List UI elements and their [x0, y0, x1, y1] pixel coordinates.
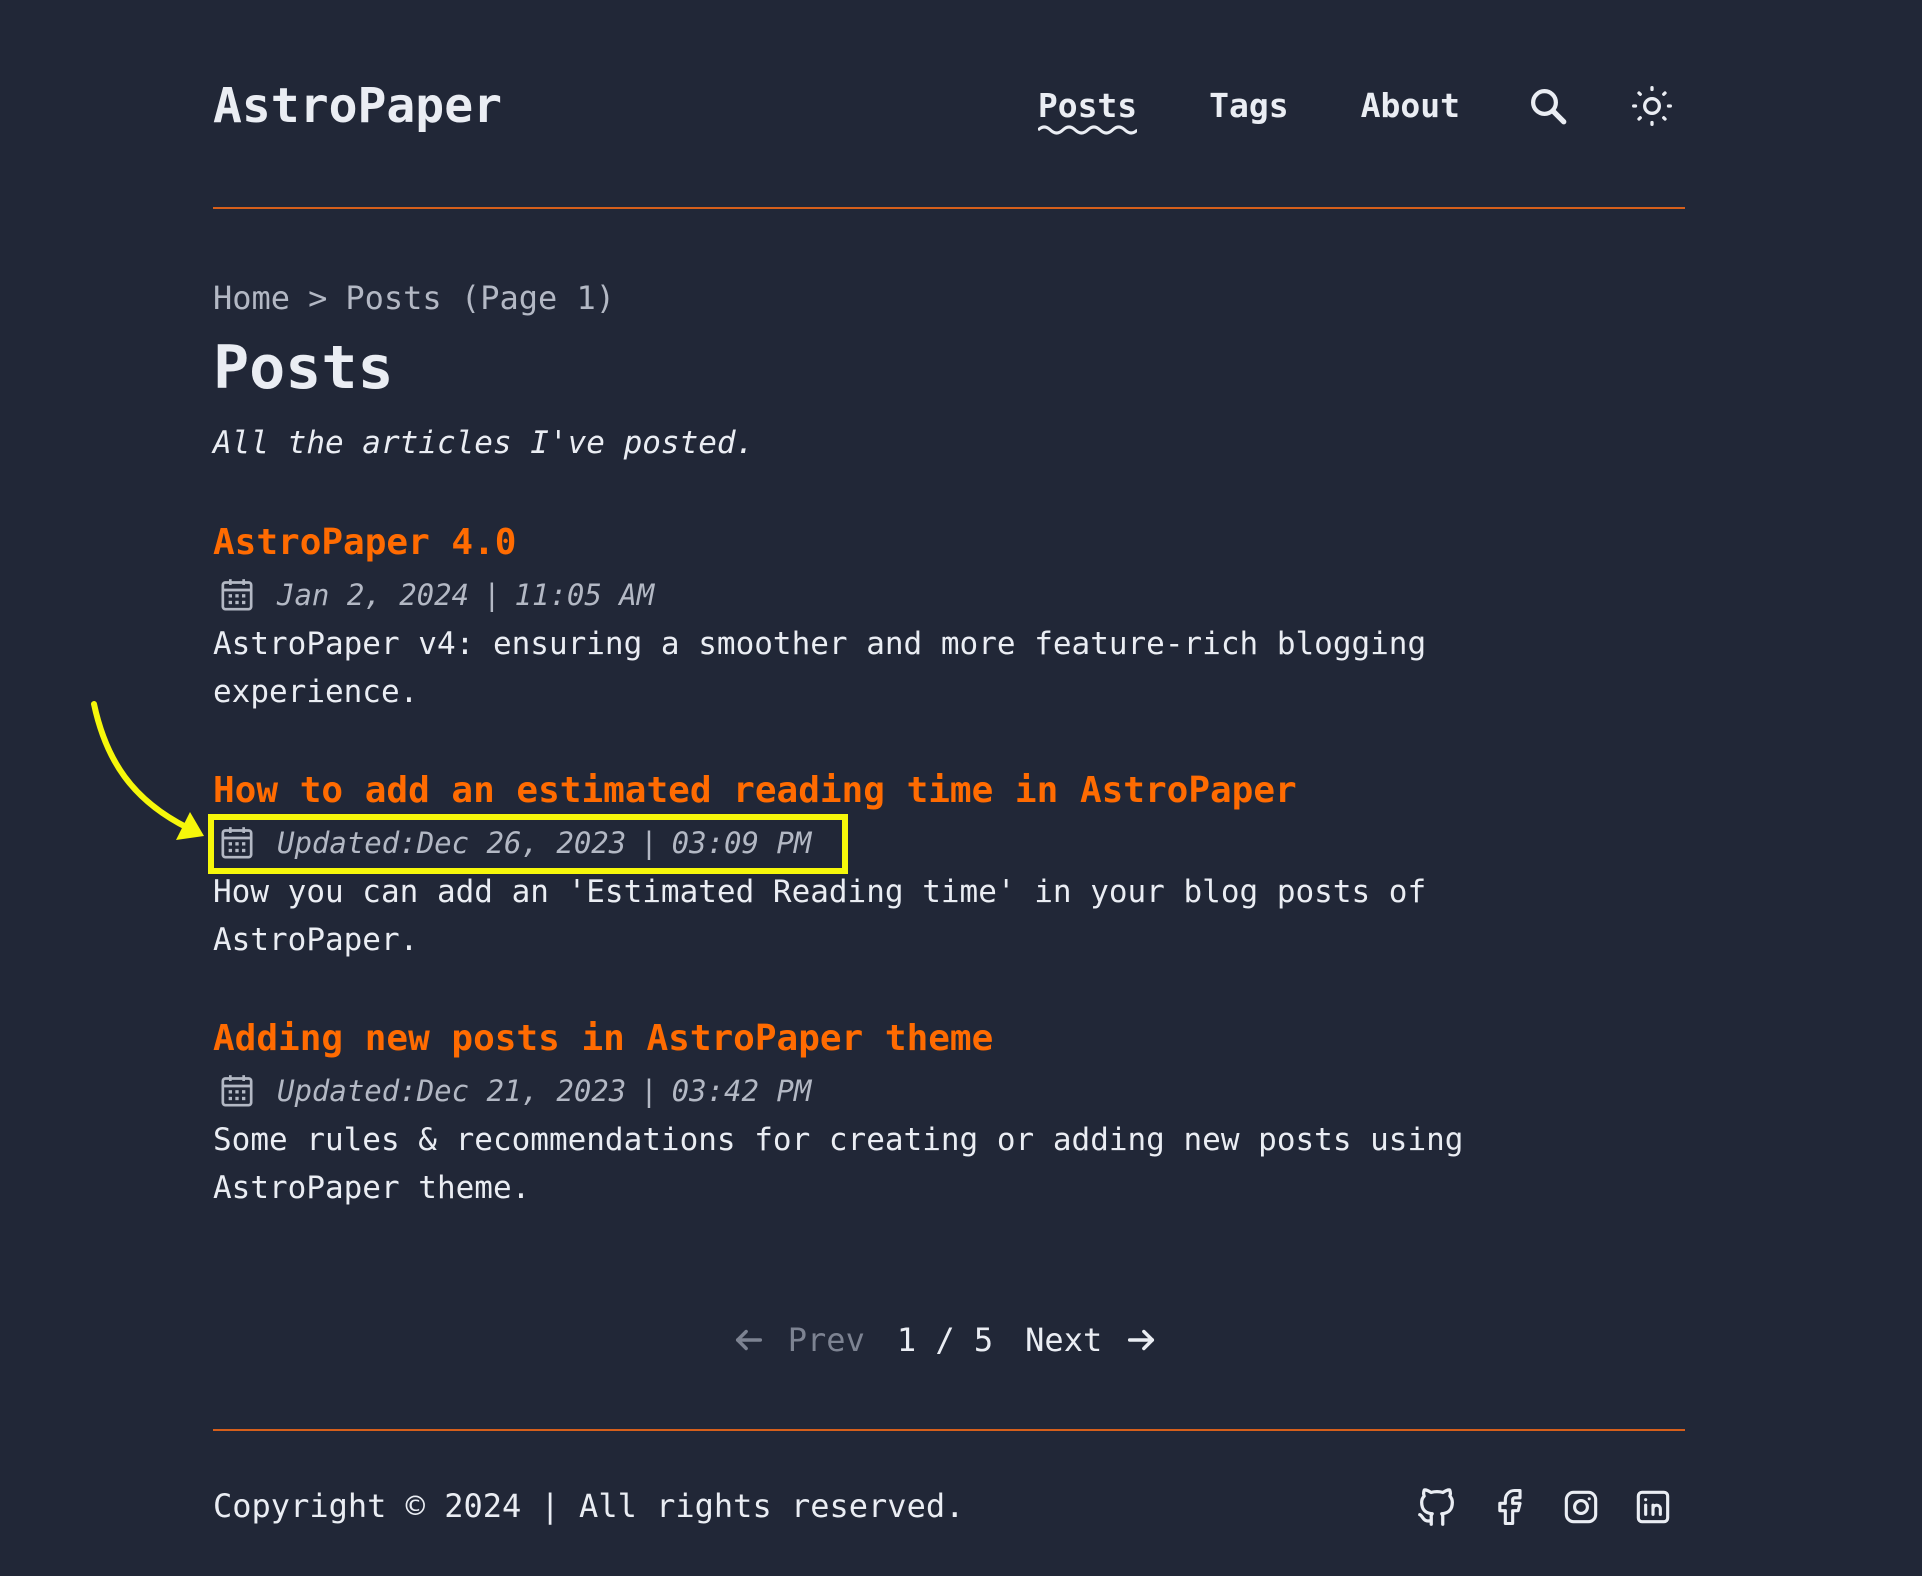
- breadcrumb-separator: >: [308, 279, 328, 317]
- post-date: Updated: Dec 26, 2023 | 03:09 PM: [213, 818, 1513, 868]
- next-page-button[interactable]: Next: [1025, 1321, 1158, 1359]
- post-description: AstroPaper v4: ensuring a smoother and m…: [213, 626, 1427, 710]
- prev-page-label: Prev: [787, 1321, 865, 1359]
- post-title-link[interactable]: How to add an estimated reading time in …: [213, 766, 1297, 816]
- nav-tags-link[interactable]: Tags: [1209, 80, 1288, 132]
- breadcrumb: Home > Posts (Page 1): [213, 274, 615, 322]
- nav-posts-label: Posts: [1037, 86, 1138, 125]
- facebook-icon[interactable]: [1485, 1483, 1533, 1531]
- page-container: AstroPaper Posts Tags About Home > Posts…: [208, 0, 1685, 1526]
- github-icon[interactable]: [1413, 1483, 1461, 1531]
- calendar-icon: [217, 1071, 257, 1111]
- post-date-value: Dec 26, 2023: [416, 826, 627, 860]
- instagram-icon[interactable]: [1557, 1483, 1605, 1531]
- post-description: How you can add an 'Estimated Reading ti…: [213, 874, 1427, 958]
- post-description: Some rules & recommendations for creatin…: [213, 1122, 1464, 1206]
- page-title: Posts: [213, 333, 394, 403]
- post-time-value: 03:42 PM: [671, 1074, 812, 1108]
- nav-posts-link[interactable]: Posts: [1037, 80, 1138, 135]
- annotation-arrow-icon: [91, 701, 204, 840]
- calendar-icon: [217, 823, 257, 863]
- page-counter: 1 / 5: [896, 1321, 994, 1359]
- sun-icon[interactable]: [1630, 84, 1674, 128]
- breadcrumb-current: Posts (Page 1): [345, 279, 616, 317]
- site-header: AstroPaper Posts Tags About: [213, 0, 1685, 210]
- post-date-value: Dec 21, 2023: [416, 1074, 627, 1108]
- arrow-left-icon: [735, 1329, 762, 1351]
- post-date-prefix: Updated:: [277, 1074, 417, 1108]
- breadcrumb-home-link[interactable]: Home: [213, 279, 290, 317]
- page-description: All the articles I've posted.: [213, 425, 755, 461]
- main-nav: Posts Tags About: [1037, 80, 1685, 135]
- post-time-value: 03:09 PM: [671, 826, 812, 860]
- post-title-link[interactable]: Adding new posts in AstroPaper theme: [213, 1014, 993, 1064]
- post-date-value: Jan 2, 2024: [277, 578, 470, 612]
- post-date-prefix: Updated:: [277, 826, 417, 860]
- search-icon[interactable]: [1526, 84, 1570, 128]
- post-item: How to add an estimated reading time in …: [213, 766, 1513, 964]
- site-logo[interactable]: AstroPaper: [213, 76, 502, 136]
- prev-page-button: Prev: [732, 1321, 865, 1359]
- post-date-separator: |: [640, 826, 658, 860]
- copyright-text: Copyright © 2024 | All rights reserved.: [213, 1487, 965, 1525]
- header-divider: [213, 207, 1685, 209]
- linkedin-icon[interactable]: [1629, 1483, 1677, 1531]
- post-date: Jan 2, 2024 | 11:05 AM: [213, 570, 1513, 620]
- nav-about-link[interactable]: About: [1361, 80, 1460, 132]
- footer-divider: [213, 1429, 1685, 1431]
- pagination: Prev 1 / 5 Next: [213, 1310, 1685, 1370]
- calendar-icon: [217, 575, 257, 615]
- post-title-link[interactable]: AstroPaper 4.0: [213, 518, 516, 568]
- active-squiggle-underline: [1037, 125, 1138, 135]
- post-date: Updated: Dec 21, 2023 | 03:42 PM: [213, 1066, 1513, 1116]
- next-page-label: Next: [1025, 1321, 1103, 1359]
- arrow-right-icon: [1128, 1329, 1155, 1351]
- social-links: [1389, 1482, 1677, 1532]
- post-date-separator: |: [483, 578, 501, 612]
- post-date-separator: |: [640, 1074, 658, 1108]
- post-time-value: 11:05 AM: [514, 578, 655, 612]
- post-item: Adding new posts in AstroPaper theme Upd…: [213, 1014, 1513, 1212]
- post-item: AstroPaper 4.0 Jan 2, 2024 | 11:05 AM Astr…: [213, 518, 1513, 716]
